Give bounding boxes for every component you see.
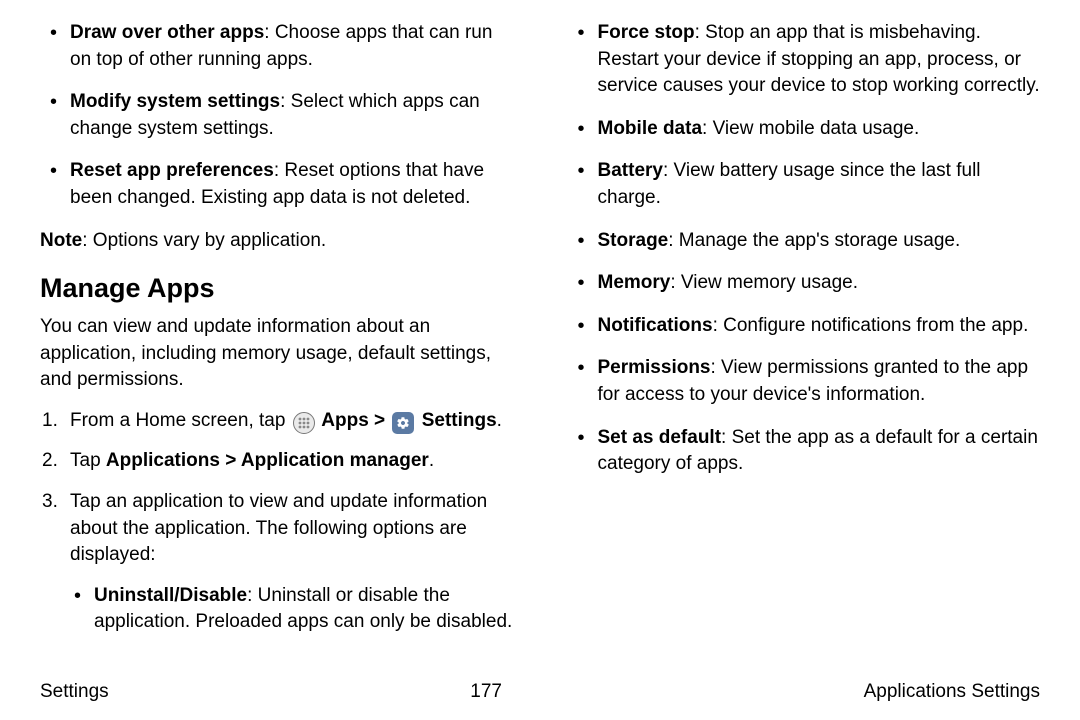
settings-icon (392, 412, 414, 434)
bullet-desc: : Manage the app's storage usage. (668, 230, 960, 251)
section-heading: Manage Apps (40, 270, 513, 308)
bullet-term: Set as default (598, 427, 722, 448)
bullet-item: Force stop: Stop an app that is misbehav… (598, 20, 1041, 100)
apps-icon (293, 412, 315, 434)
right-column: Force stop: Stop an app that is misbehav… (568, 20, 1041, 665)
step3-bullet-list: Uninstall/Disable: Uninstall or disable … (70, 583, 513, 636)
bullet-term: Draw over other apps (70, 22, 264, 43)
note-label: Note (40, 230, 82, 251)
bullet-desc: : View mobile data usage. (702, 118, 919, 139)
note-text: : Options vary by application. (82, 230, 326, 251)
bullet-item: Permissions: View permissions granted to… (598, 355, 1041, 408)
step-1: From a Home screen, tap Apps > Settings. (70, 408, 513, 435)
step2-post: . (429, 450, 434, 471)
bullet-item: Memory: View memory usage. (598, 270, 1041, 297)
bullet-item: Set as default: Set the app as a default… (598, 425, 1041, 478)
bullet-term: Mobile data (598, 118, 703, 139)
bullet-item: Draw over other apps: Choose apps that c… (70, 20, 513, 73)
bullet-term: Memory (598, 272, 671, 293)
step3-text: Tap an application to view and update in… (70, 491, 487, 565)
note-line: Note: Options vary by application. (40, 228, 513, 255)
bullet-item: Storage: Manage the app's storage usage. (598, 228, 1041, 255)
step1-post: . (497, 410, 502, 431)
bullet-term: Modify system settings (70, 91, 280, 112)
bullet-desc: : Configure notifications from the app. (713, 315, 1029, 336)
footer-right: Applications Settings (864, 679, 1040, 706)
page-footer: Settings 177 Applications Settings (40, 679, 1040, 706)
top-bullet-list: Draw over other apps: Choose apps that c… (40, 20, 513, 212)
bullet-item: Mobile data: View mobile data usage. (598, 116, 1041, 143)
right-bullet-list: Force stop: Stop an app that is misbehav… (568, 20, 1041, 478)
bullet-term: Force stop (598, 22, 695, 43)
bullet-item: Modify system settings: Select which app… (70, 89, 513, 142)
step2-pre: Tap (70, 450, 106, 471)
step-3: Tap an application to view and update in… (70, 489, 513, 636)
bullet-desc: : View memory usage. (670, 272, 858, 293)
section-intro: You can view and update information abou… (40, 314, 513, 394)
bullet-term: Permissions (598, 357, 711, 378)
footer-left: Settings (40, 679, 109, 706)
bullet-item: Notifications: Configure notifications f… (598, 313, 1041, 340)
left-column: Draw over other apps: Choose apps that c… (40, 20, 513, 665)
step1-settings: Settings (416, 410, 496, 431)
bullet-item: Uninstall/Disable: Uninstall or disable … (94, 583, 513, 636)
step1-apps: Apps > (317, 410, 391, 431)
step2-bold: Applications > Application manager (106, 450, 429, 471)
bullet-term: Uninstall/Disable (94, 585, 247, 606)
bullet-term: Battery (598, 160, 663, 181)
bullet-term: Notifications (598, 315, 713, 336)
bullet-item: Reset app preferences: Reset options tha… (70, 158, 513, 211)
steps-list: From a Home screen, tap Apps > Settings.… (40, 408, 513, 636)
footer-page-number: 177 (470, 679, 502, 706)
bullet-term: Reset app preferences (70, 160, 274, 181)
step-2: Tap Applications > Application manager. (70, 448, 513, 475)
step1-pre: From a Home screen, tap (70, 410, 291, 431)
bullet-term: Storage (598, 230, 669, 251)
bullet-item: Battery: View battery usage since the la… (598, 158, 1041, 211)
